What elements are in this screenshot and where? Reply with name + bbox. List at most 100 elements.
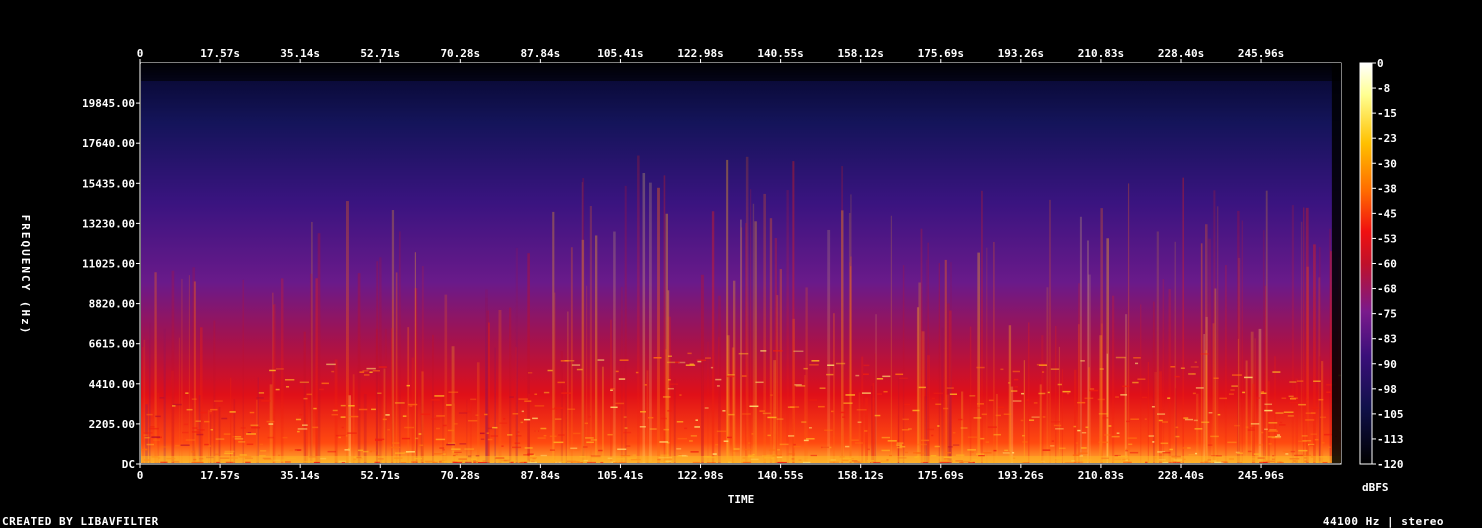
y-tick-label: 4410.00 [89,378,135,391]
harmonic-dash [327,450,337,453]
harmonic-dash [297,428,308,430]
harmonic-dash [557,381,565,384]
harmonic-dash [1137,378,1146,380]
harmonic-dash [1188,373,1196,375]
harmonic-dash [297,430,300,433]
harmonic-dash [1148,435,1155,437]
harmonic-dash [1003,413,1012,416]
harmonic-dash [971,451,974,453]
spectral-streak [527,393,530,463]
harmonic-dash [1192,392,1196,395]
spectral-streak [1300,221,1303,463]
spectral-streak [594,235,598,463]
harmonic-dash [1098,441,1108,444]
x-tick-label-bottom: 122.98s [677,469,723,482]
x-tick-label-top: 35.14s [280,47,320,60]
harmonic-dash [240,427,246,429]
colorbar-label: dBFS [1362,481,1389,494]
y-tick-label: 19845.00 [82,97,135,110]
spectral-streak [390,328,393,463]
spectral-streak [1061,369,1063,463]
harmonic-dash [394,452,405,454]
harmonic-dash [747,442,751,444]
harmonic-dash [762,412,771,415]
colorbar-tick-label: -23 [1377,132,1397,145]
harmonic-dash [442,449,445,451]
harmonic-dash [1277,434,1281,436]
harmonic-dash [732,450,739,452]
harmonic-dash [1245,426,1249,428]
harmonic-dash [887,440,897,442]
harmonic-dash [883,390,888,393]
spectral-streak [142,346,144,463]
harmonic-dash [1108,425,1112,427]
harmonic-dash [558,434,565,436]
x-tick-label-top: 140.55s [757,47,803,60]
harmonic-dash [949,393,958,395]
harmonic-dash [617,448,627,450]
spectral-streak [1291,205,1294,463]
spectral-streak [858,392,861,463]
harmonic-dash [625,445,631,447]
spectral-streak [749,189,752,463]
spectral-streak [1087,240,1089,463]
harmonic-dash [312,426,319,429]
harmonic-dash [716,430,727,433]
harmonic-dash [777,448,780,451]
harmonic-dash [512,413,519,415]
harmonic-dash [268,423,274,425]
harmonic-dash [332,409,338,412]
harmonic-dash [831,410,834,413]
spectral-streak [1159,371,1162,463]
harmonic-dash [1004,449,1009,452]
harmonic-dash [1268,443,1272,445]
harmonic-dash [1285,453,1289,455]
spectral-streak [1303,207,1305,463]
spectral-streak [421,371,424,463]
harmonic-dash [446,443,455,446]
harmonic-dash [1000,368,1004,371]
spectral-streak [565,385,567,463]
harmonic-dash [738,352,749,355]
spectral-streak [902,265,905,463]
x-axis-title: TIME [728,493,755,506]
harmonic-dash [1269,429,1277,431]
harmonic-dash [1036,363,1047,366]
fundamental-band [141,456,1341,462]
harmonic-dash [151,436,160,438]
harmonic-dash [1092,461,1097,463]
harmonic-dash [1227,441,1237,444]
harmonic-dash [299,413,303,416]
harmonic-dash [1275,412,1284,414]
harmonic-dash [667,361,676,364]
spectral-streak [1049,199,1051,463]
harmonic-dash [404,426,415,429]
harmonic-dash [401,461,407,463]
harmonic-dash [363,374,370,376]
harmonic-dash [454,451,462,453]
harmonic-dash [895,373,904,376]
harmonic-dash [340,404,346,407]
harmonic-dash [1200,353,1209,355]
harmonic-dash [338,436,341,439]
harmonic-dash [1115,396,1119,398]
harmonic-dash [459,443,467,445]
harmonic-dash [934,445,940,448]
harmonic-dash [623,416,627,418]
harmonic-dash [1116,432,1120,434]
harmonic-dash [204,443,209,446]
spectral-streak [414,252,416,463]
spectral-streak [567,311,569,463]
harmonic-dash [275,368,284,370]
harmonic-dash [610,389,613,392]
spectral-streak [1237,257,1241,463]
harmonic-dash [321,382,329,385]
harmonic-dash [524,447,533,449]
spectral-streak [1208,238,1211,463]
harmonic-dash [369,450,373,453]
spectral-streak [848,212,851,463]
harmonic-dash [1180,367,1185,369]
harmonic-dash [1187,447,1191,449]
harmonic-dash [1115,356,1126,359]
spectral-streak [752,203,755,463]
